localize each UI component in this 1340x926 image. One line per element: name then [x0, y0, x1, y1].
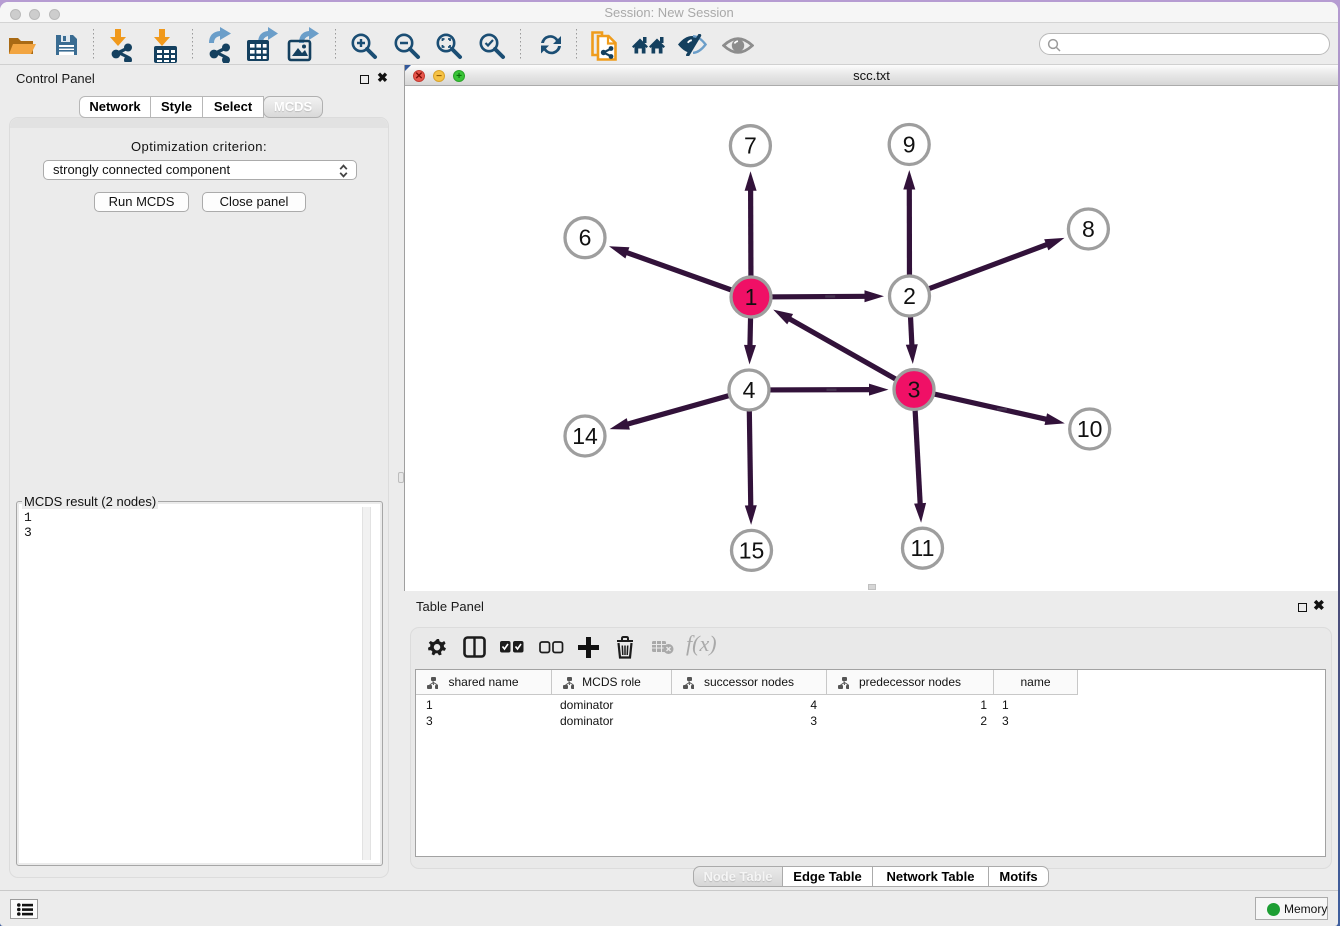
svg-text:11: 11: [911, 535, 935, 561]
svg-text:10: 10: [1077, 416, 1103, 442]
svg-text:8: 8: [1082, 216, 1095, 242]
svg-text:7: 7: [744, 133, 757, 159]
svg-text:4: 4: [743, 377, 756, 403]
svg-text:1: 1: [745, 284, 758, 310]
svg-text:3: 3: [908, 377, 921, 403]
svg-text:6: 6: [579, 225, 592, 251]
svg-text:2: 2: [903, 283, 916, 309]
svg-text:15: 15: [739, 537, 765, 563]
svg-text:14: 14: [572, 423, 598, 449]
svg-text:9: 9: [903, 132, 916, 158]
